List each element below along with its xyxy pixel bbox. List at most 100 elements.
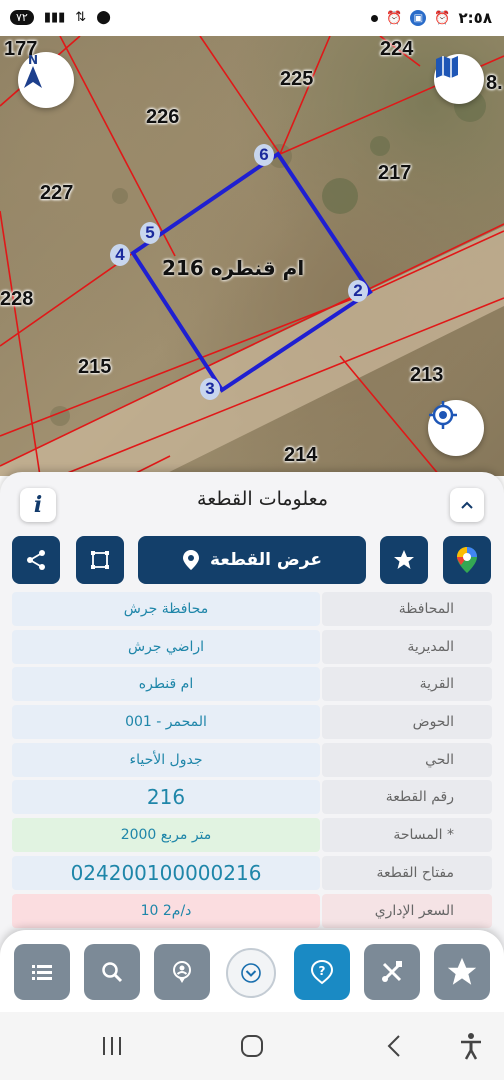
parcel-label: 224 bbox=[380, 38, 414, 60]
star-icon bbox=[447, 957, 477, 985]
measure-area-button[interactable] bbox=[76, 536, 124, 584]
crosshair-icon bbox=[429, 401, 457, 429]
parcel-label: 225 bbox=[280, 68, 314, 90]
help-button[interactable]: ? bbox=[294, 944, 350, 1000]
table-row: ام قنطره القرية bbox=[12, 667, 492, 702]
back-button[interactable] bbox=[380, 1032, 408, 1060]
my-location-button[interactable] bbox=[428, 400, 484, 456]
share-icon bbox=[27, 550, 45, 570]
parcel-label: 227 bbox=[40, 182, 74, 204]
google-maps-icon bbox=[457, 547, 477, 573]
info-icon: i bbox=[33, 492, 43, 518]
show-parcel-label: عرض القطعة bbox=[210, 550, 322, 570]
system-navigation-bar bbox=[0, 1012, 504, 1080]
search-icon bbox=[102, 962, 123, 983]
map-layers-button[interactable] bbox=[434, 54, 484, 104]
table-row: 216 رقم القطعة bbox=[12, 780, 492, 815]
directorate-value: اراضي جرش bbox=[12, 629, 320, 664]
expand-toolbar-button[interactable] bbox=[226, 948, 276, 998]
location-pin-icon bbox=[183, 550, 200, 570]
notification-dot-icon bbox=[371, 14, 379, 22]
parcel-key-value: 024200100000216 bbox=[12, 855, 320, 890]
accessibility-button[interactable] bbox=[456, 1032, 486, 1060]
recent-apps-icon bbox=[103, 1037, 121, 1055]
table-row: المحمر - 001 الحوض bbox=[12, 705, 492, 740]
signal-icon: ▮▮▮ bbox=[43, 10, 66, 25]
search-button[interactable] bbox=[84, 944, 140, 1000]
action-bar: عرض القطعة bbox=[0, 530, 504, 586]
home-icon bbox=[241, 1035, 263, 1057]
table-row: محافظة جرش المحافظة bbox=[12, 592, 492, 626]
parcel-label: 217 bbox=[378, 162, 412, 184]
show-parcel-button[interactable]: عرض القطعة bbox=[138, 536, 366, 584]
compass-icon: N bbox=[24, 53, 42, 88]
help-icon: ? bbox=[310, 959, 334, 985]
parcel-key-label: مفتاح القطعة bbox=[322, 855, 492, 890]
compass-button[interactable]: N bbox=[18, 52, 74, 108]
map-view[interactable]: 177 224 225 226 217 227 228 215 213 214 … bbox=[0, 36, 504, 476]
tools-icon bbox=[382, 961, 402, 982]
selected-parcel-label: ام قنطره 216 bbox=[162, 256, 305, 280]
location-pin-icon bbox=[173, 961, 191, 983]
bottom-toolbar: ? bbox=[0, 930, 504, 1014]
tools-button[interactable] bbox=[364, 944, 420, 1000]
location-search-button[interactable] bbox=[154, 944, 210, 1000]
location-icon: ⬤ bbox=[96, 10, 111, 25]
parcel-details-table: محافظة جرش المحافظة اراضي جرش المديرية ام … bbox=[12, 592, 492, 931]
clock: ٢:٥٨ bbox=[458, 9, 492, 27]
favorites-button[interactable] bbox=[434, 944, 490, 1000]
home-button[interactable] bbox=[238, 1032, 266, 1060]
status-bar: ٧٢ ▮▮▮ ⇅ ⬤ ⏰ ▣ ⏰ ٢:٥٨ bbox=[0, 0, 504, 36]
neighborhood-label: الحي bbox=[322, 742, 492, 777]
favorite-button[interactable] bbox=[380, 536, 428, 584]
vertex-marker[interactable]: 2 bbox=[348, 280, 368, 302]
alarm-icon: ⏰ bbox=[386, 10, 403, 26]
village-value: ام قنطره bbox=[12, 667, 320, 702]
recent-apps-button[interactable] bbox=[98, 1032, 126, 1060]
parcel-number-value: 216 bbox=[12, 780, 320, 815]
admin-price-value: 10 د/م2 bbox=[12, 893, 320, 928]
directorate-label: المديرية bbox=[322, 629, 492, 664]
chevron-up-icon bbox=[461, 501, 473, 509]
vertex-marker[interactable]: 6 bbox=[254, 144, 274, 166]
table-row: اراضي جرش المديرية bbox=[12, 629, 492, 664]
village-label: القرية bbox=[322, 667, 492, 702]
alarm-icon-2: ⏰ bbox=[434, 10, 451, 26]
parcel-label: 214 bbox=[284, 444, 318, 466]
svg-text:?: ? bbox=[319, 964, 326, 978]
back-icon bbox=[387, 1035, 400, 1057]
area-label: المساحة * bbox=[322, 818, 492, 853]
area-value: 2000 متر مربع bbox=[12, 818, 320, 853]
sheet-title: معلومات القطعة bbox=[197, 488, 328, 510]
svg-text:N: N bbox=[28, 53, 38, 67]
basin-value: المحمر - 001 bbox=[12, 705, 320, 740]
vertex-marker[interactable]: 5 bbox=[140, 222, 160, 244]
governorate-value: محافظة جرش bbox=[12, 592, 320, 626]
vertex-marker[interactable]: 3 bbox=[200, 378, 220, 400]
parcel-label: 226 bbox=[146, 106, 180, 128]
map-layers-icon bbox=[436, 56, 458, 78]
vertex-marker[interactable]: 4 bbox=[110, 244, 130, 266]
parcel-label: 215 bbox=[78, 356, 112, 378]
status-icons-left: ٧٢ ▮▮▮ ⇅ ⬤ bbox=[10, 10, 111, 25]
app-notification-icon: ▣ bbox=[410, 10, 427, 26]
governorate-label: المحافظة bbox=[322, 592, 492, 626]
sheet-header: i معلومات القطعة bbox=[0, 472, 504, 530]
admin-price-label: السعر الإداري bbox=[322, 893, 492, 928]
star-icon bbox=[394, 550, 414, 569]
table-row: جدول الأحياء الحي bbox=[12, 742, 492, 777]
parcel-label: 8. bbox=[486, 72, 503, 94]
google-maps-button[interactable] bbox=[443, 536, 491, 584]
accessibility-icon bbox=[461, 1033, 481, 1060]
battery-indicator: ٧٢ bbox=[10, 10, 34, 25]
status-icons-right: ⏰ ▣ ⏰ ٢:٥٨ bbox=[371, 9, 492, 27]
list-icon bbox=[32, 965, 52, 980]
share-button[interactable] bbox=[12, 536, 60, 584]
table-row: 024200100000216 مفتاح القطعة bbox=[12, 855, 492, 890]
info-button[interactable]: i bbox=[20, 488, 56, 522]
list-button[interactable] bbox=[14, 944, 70, 1000]
neighborhood-value: جدول الأحياء bbox=[12, 742, 320, 777]
collapse-sheet-button[interactable] bbox=[450, 488, 484, 522]
parcel-number-label: رقم القطعة bbox=[322, 780, 492, 815]
table-row: 10 د/م2 السعر الإداري bbox=[12, 893, 492, 928]
